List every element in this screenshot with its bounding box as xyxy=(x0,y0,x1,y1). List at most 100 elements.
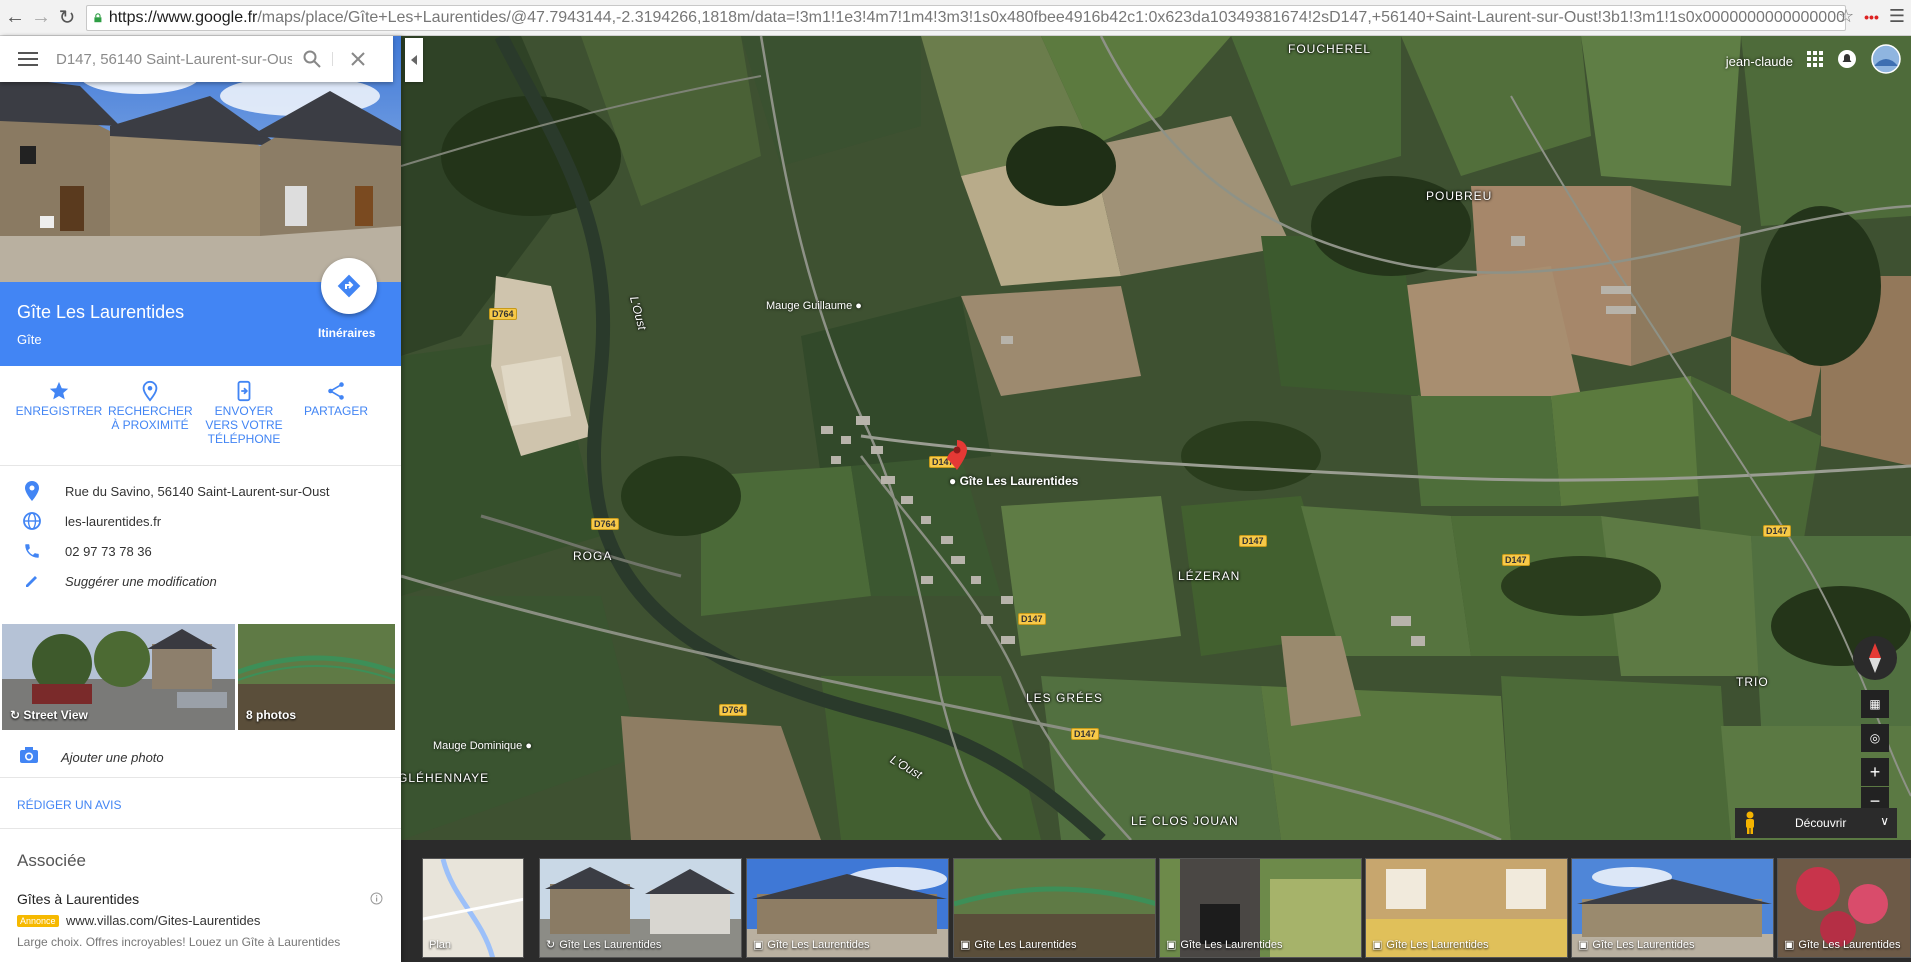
photos-row: ↻ Street View 8 photos xyxy=(0,624,401,730)
website-link[interactable]: les-laurentides.fr xyxy=(65,514,161,529)
road-shield: D764 xyxy=(719,704,747,716)
lock-icon xyxy=(94,13,102,23)
share-button[interactable]: PARTAGER xyxy=(296,378,376,418)
road-shield: D147 xyxy=(1763,525,1791,537)
phone-number[interactable]: 02 97 73 78 36 xyxy=(65,544,152,559)
camera-icon: ▣ xyxy=(1578,939,1589,951)
add-photo-row[interactable]: Ajouter une photo xyxy=(0,738,401,778)
close-icon[interactable] xyxy=(332,52,382,66)
camera-icon: ▣ xyxy=(753,939,764,951)
marker-label[interactable]: ● Gîte Les Laurentides xyxy=(949,474,1078,488)
nearby-button[interactable]: RECHERCHER À PROXIMITÉ xyxy=(108,378,193,432)
street-view-thumbnail[interactable]: ↻ Street View xyxy=(2,624,235,730)
browser-menu-icon[interactable]: ☰ xyxy=(1889,6,1905,27)
address-bar[interactable]: https://www.google.fr/maps/place/Gîte+Le… xyxy=(86,5,1846,31)
menu-icon[interactable] xyxy=(0,51,56,67)
road-shield: D147 xyxy=(1239,535,1267,547)
street-view-icon: ↻ xyxy=(10,708,24,722)
directions-icon xyxy=(337,274,361,298)
notifications-icon[interactable] xyxy=(1837,49,1857,74)
place-label-poubreu: POUBREU xyxy=(1426,189,1493,203)
account-area: jean-claude xyxy=(1726,44,1901,79)
info-icon[interactable] xyxy=(370,892,383,910)
compass-icon[interactable] xyxy=(1853,636,1897,680)
divider xyxy=(0,828,401,829)
save-label: ENREGISTRER xyxy=(15,404,103,418)
filmstrip-tile[interactable]: ↻ Gîte Les Laurentides xyxy=(539,858,742,958)
street-view-label: ↻ Street View xyxy=(10,708,88,722)
suggest-edit-link[interactable]: Suggérer une modification xyxy=(65,574,217,589)
add-photo-label: Ajouter une photo xyxy=(61,750,164,765)
place-label-glehennaye: GLÉHENNAYE xyxy=(401,771,490,785)
filmstrip-tile[interactable]: ▣ Gîte Les Laurentides xyxy=(746,858,949,958)
reload-icon[interactable]: ↻ xyxy=(54,5,80,31)
poi-mauge-dominique[interactable]: Mauge Dominique ● xyxy=(433,740,532,752)
chevron-left-icon xyxy=(411,55,417,65)
address-row[interactable]: Rue du Savino, 56140 Saint-Laurent-sur-O… xyxy=(0,476,401,506)
place-label-trio: TRIO xyxy=(1736,675,1769,689)
address-text: Rue du Savino, 56140 Saint-Laurent-sur-O… xyxy=(65,483,330,499)
ad-description: Large choix. Offres incroyables! Louez u… xyxy=(17,935,341,949)
place-panel: D147, 56140 Saint-Laurent-sur-Oust Gîte … xyxy=(0,36,401,962)
place-marker[interactable] xyxy=(947,440,967,475)
zoom-in-button[interactable]: + xyxy=(1861,758,1889,786)
camera-icon xyxy=(19,746,39,769)
place-title: Gîte Les Laurentides xyxy=(17,302,185,322)
ad-title[interactable]: Gîtes à Laurentides xyxy=(17,891,139,907)
satellite-imagery xyxy=(401,36,1911,840)
suggest-edit-row[interactable]: Suggérer une modification xyxy=(0,566,401,596)
avatar[interactable] xyxy=(1871,44,1901,79)
extension-icon[interactable]: ••• xyxy=(1864,9,1879,25)
nearby-label: RECHERCHER À PROXIMITÉ xyxy=(108,404,193,432)
user-name[interactable]: jean-claude xyxy=(1726,54,1793,69)
photos-thumbnail[interactable]: 8 photos xyxy=(238,624,395,730)
camera-icon: ▣ xyxy=(1372,939,1383,951)
camera-icon: ▣ xyxy=(1784,939,1795,951)
plan-map-tile[interactable]: Plan xyxy=(422,858,524,958)
discover-bar[interactable]: Découvrir ∨ xyxy=(1735,808,1897,838)
send-to-phone-button[interactable]: ENVOYER VERS VOTRE TÉLÉPHONE xyxy=(200,378,288,446)
website-row[interactable]: les-laurentides.fr xyxy=(0,506,401,536)
search-icon[interactable] xyxy=(292,50,332,68)
my-location-button[interactable]: ◎ xyxy=(1861,724,1889,752)
filmstrip-tile-label: ▣ Gîte Les Laurentides xyxy=(1166,938,1283,952)
map-controls: ▦ ◎ + − xyxy=(1853,636,1897,815)
phone-row[interactable]: 02 97 73 78 36 xyxy=(0,536,401,566)
directions-button[interactable] xyxy=(321,258,377,314)
send-to-phone-icon xyxy=(237,380,251,402)
directions-label[interactable]: Itinéraires xyxy=(318,326,375,340)
filmstrip-tile[interactable]: ▣ Gîte Les Laurentides xyxy=(1365,858,1568,958)
share-icon xyxy=(328,382,344,400)
road-shield: D764 xyxy=(591,518,619,530)
place-label-les-grees: LES GRÉES xyxy=(1026,691,1104,705)
collapse-panel-button[interactable] xyxy=(405,38,423,82)
url-host: https://www.google.fr xyxy=(108,9,258,26)
ad-url[interactable]: www.villas.com/Gites-Laurentides xyxy=(66,913,260,928)
imagery-filmstrip: Plan ↻ Gîte Les Laurentides ▣ Gîte Les Lau… xyxy=(401,840,1911,962)
layers-button[interactable]: ▦ xyxy=(1861,690,1889,718)
poi-mauge-guillaume[interactable]: Mauge Guillaume ● xyxy=(766,300,862,312)
send-to-phone-label: ENVOYER VERS VOTRE TÉLÉPHONE xyxy=(205,404,283,446)
ad-badge: Annonce xyxy=(17,915,59,927)
filmstrip-tile-label: ▣ Gîte Les Laurentides xyxy=(1578,938,1695,952)
browser-toolbar: ← → ↻ https://www.google.fr/maps/place/G… xyxy=(0,0,1911,36)
road-shield: D147 xyxy=(1502,554,1530,566)
place-label-lezeran: LÉZERAN xyxy=(1178,569,1241,583)
pegman-icon[interactable] xyxy=(1743,811,1757,840)
forward-icon[interactable]: → xyxy=(28,5,54,31)
write-review-link[interactable]: RÉDIGER UN AVIS xyxy=(17,798,121,812)
nearby-icon xyxy=(142,380,158,402)
filmstrip-tile-label: ▣ Gîte Les Laurentides xyxy=(753,938,870,952)
chevron-down-icon[interactable]: ∨ xyxy=(1880,814,1889,828)
back-icon[interactable]: ← xyxy=(2,5,28,31)
bookmark-star-icon[interactable]: ☆ xyxy=(1838,6,1854,27)
save-button[interactable]: ENREGISTRER xyxy=(14,378,104,418)
share-label: PARTAGER xyxy=(303,404,368,418)
filmstrip-tile[interactable]: ▣ Gîte Les Laurentides xyxy=(1571,858,1774,958)
filmstrip-tile[interactable]: ▣ Gîte Les Laurentides xyxy=(1159,858,1362,958)
apps-grid-icon[interactable] xyxy=(1807,51,1823,72)
satellite-map[interactable]: FOUCHEREL POUBREU ROGA LÉZERAN LES GRÉES… xyxy=(401,36,1911,840)
filmstrip-tile[interactable]: ▣ Gîte Les Laurentides xyxy=(1777,858,1911,958)
filmstrip-tile[interactable]: ▣ Gîte Les Laurentides xyxy=(953,858,1156,958)
search-input[interactable]: D147, 56140 Saint-Laurent-sur-Oust xyxy=(56,51,292,68)
